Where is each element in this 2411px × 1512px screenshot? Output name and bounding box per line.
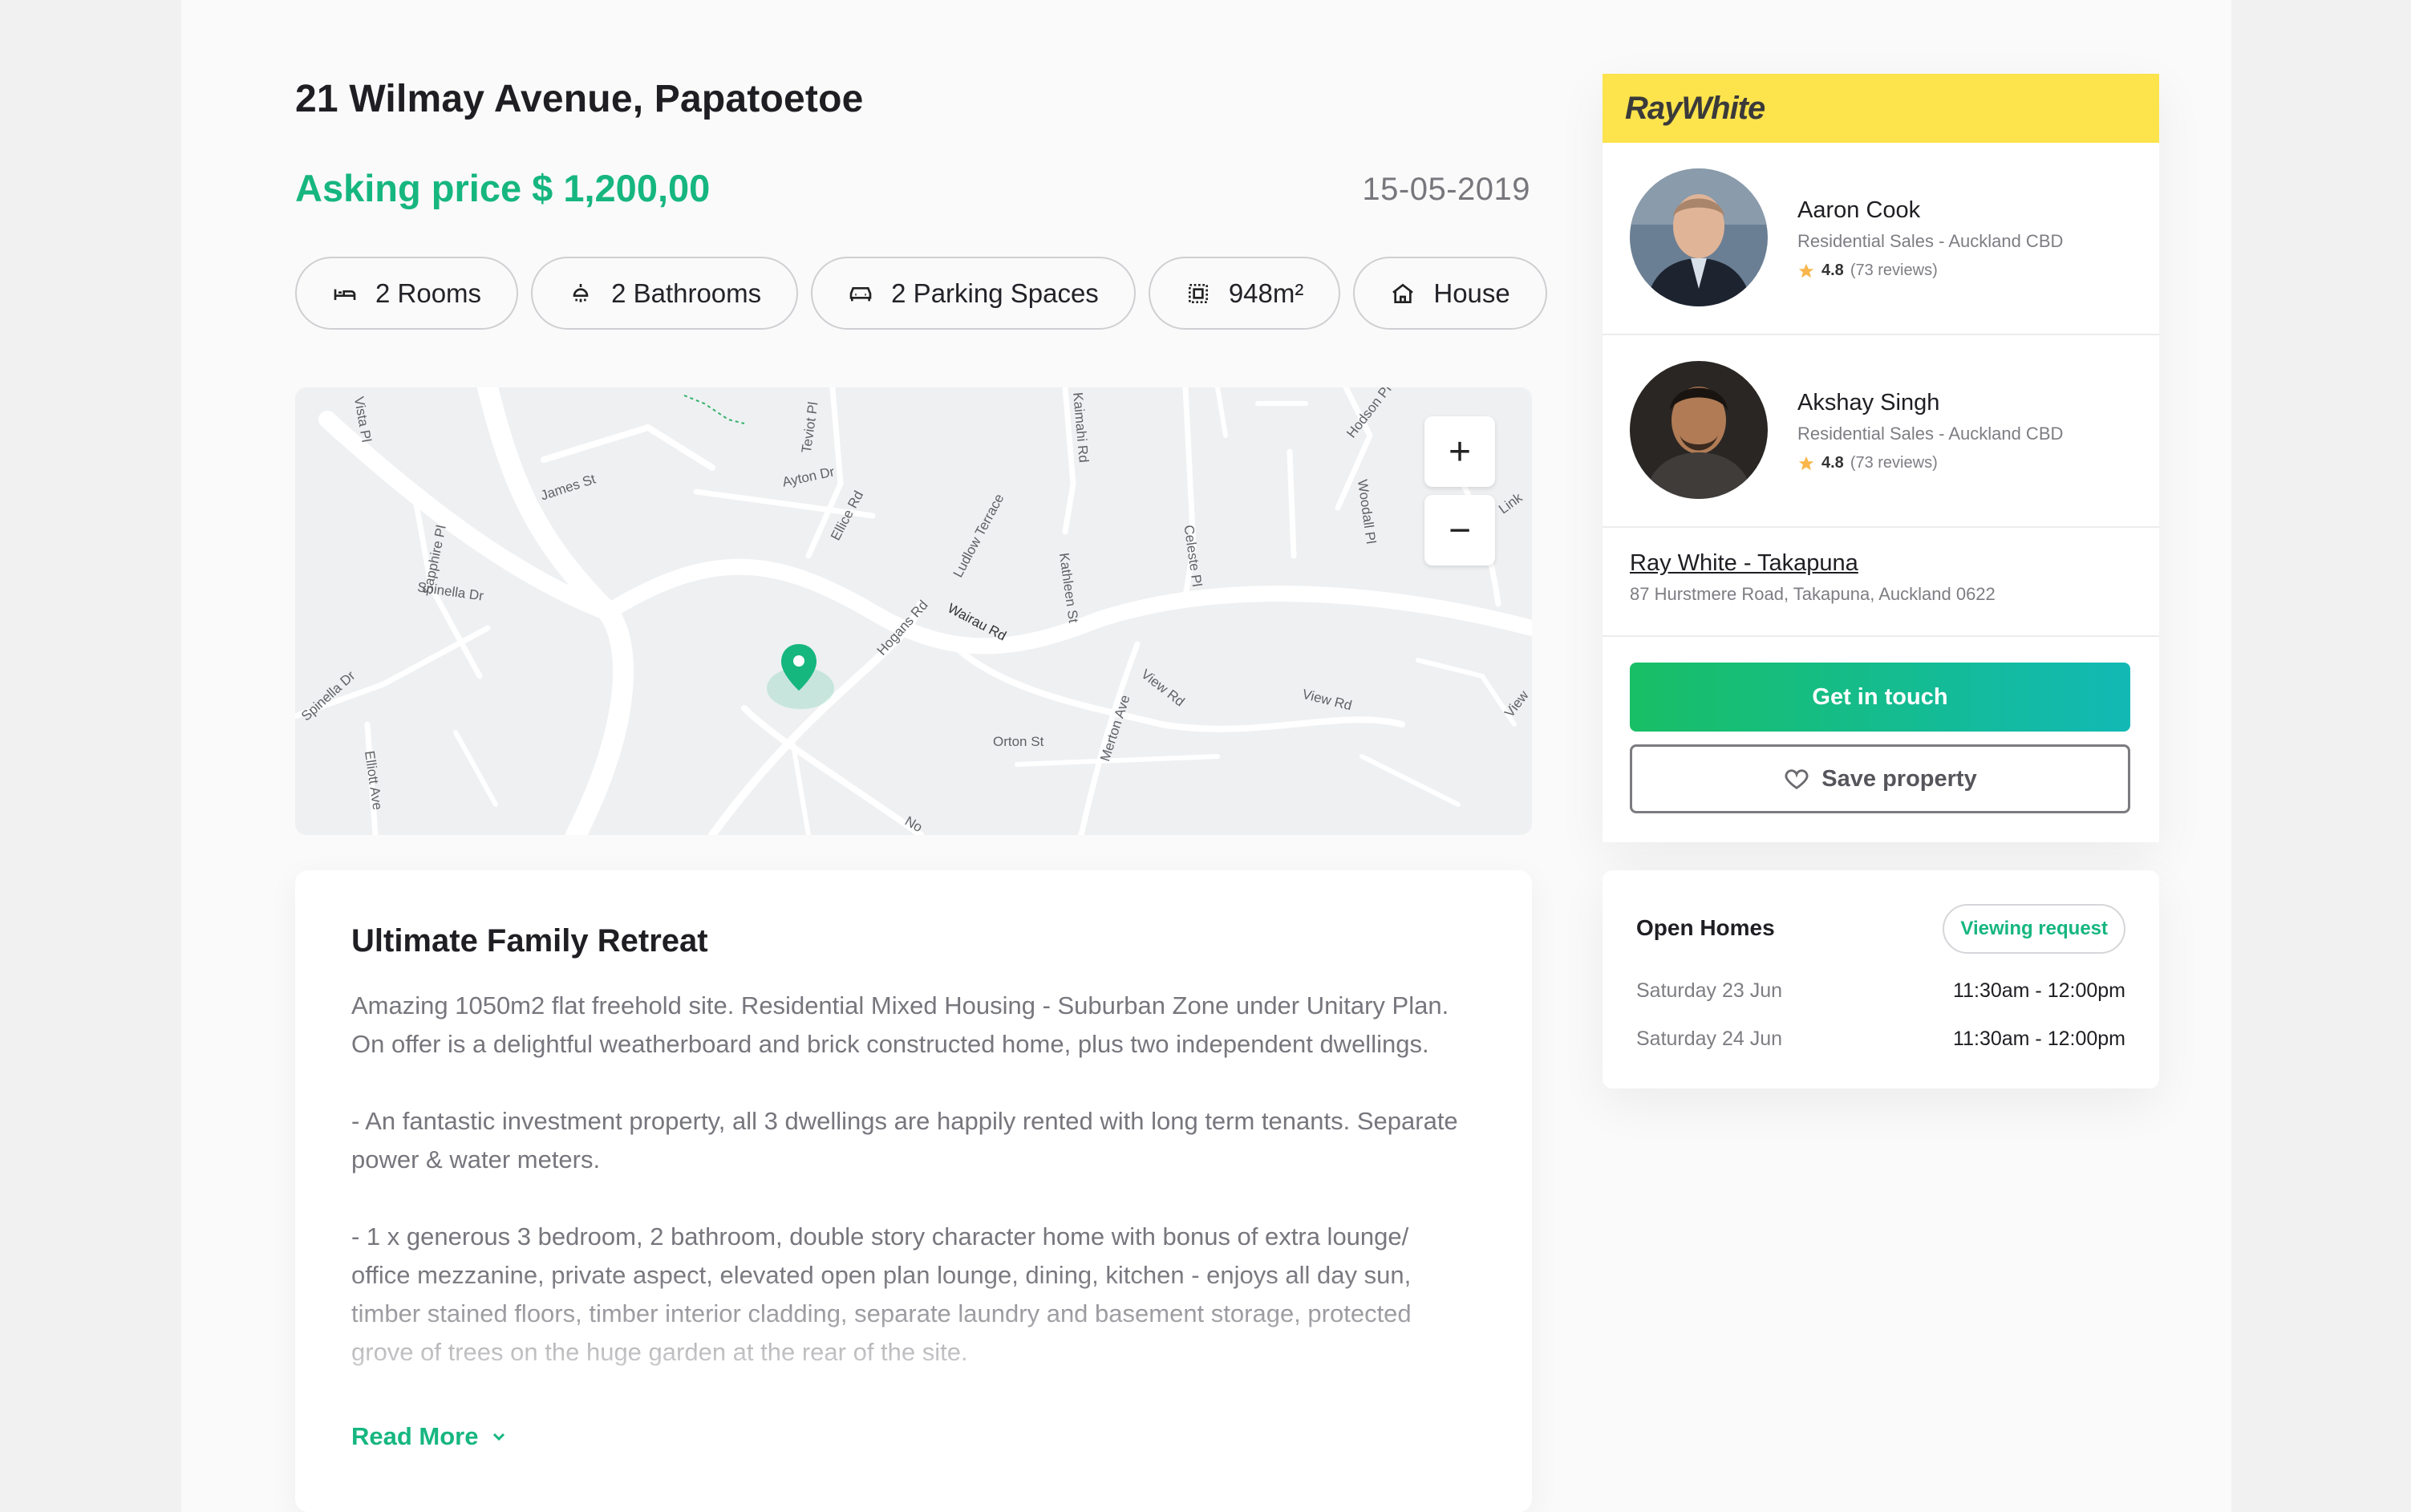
avatar [1630, 168, 1768, 306]
feature-label: 2 Bathrooms [611, 278, 762, 308]
agent-rating: 4.8 (73 reviews) [1797, 261, 1938, 280]
feature-chips: 2 Rooms 2 Bathrooms 2 Parking Spaces 948… [295, 257, 1547, 330]
listing-title: 21 Wilmay Avenue, Papatoetoe [295, 78, 864, 120]
save-property-label: Save property [1821, 765, 1977, 792]
open-homes-card: Open Homes Viewing request Saturday 23 J… [1603, 870, 2159, 1088]
agent-card: RayWhite Aaron Cook Residential Sales - … [1603, 74, 2159, 842]
agent-name: Akshay Singh [1797, 390, 1940, 415]
car-icon [849, 286, 872, 301]
raywhite-logo: RayWhite [1625, 90, 1765, 126]
open-home-day: Saturday 24 Jun [1636, 1028, 1783, 1050]
zoom-in-button[interactable]: + [1424, 416, 1495, 487]
get-in-touch-button[interactable]: Get in touch [1630, 663, 2130, 732]
location-map[interactable]: James St Teviot Pl Ayton Dr Ellice Rd Sa… [295, 387, 1532, 835]
open-home-time: 11:30am - 12:00pm [1953, 1028, 2125, 1050]
avatar [1630, 361, 1768, 499]
description-paragraph: Amazing 1050m2 flat freehold site. Resid… [351, 991, 1449, 1058]
agent-rating: 4.8 (73 reviews) [1797, 454, 1938, 472]
agent-role: Residential Sales - Auckland CBD [1797, 231, 2064, 251]
zoom-out-button[interactable]: − [1424, 495, 1495, 565]
heart-icon [1785, 769, 1809, 790]
description-title: Ultimate Family Retreat [351, 923, 708, 959]
office-name-link[interactable]: Ray White - Takapuna [1630, 550, 1858, 577]
agent-row[interactable]: Akshay Singh Residential Sales - Aucklan… [1603, 335, 2159, 528]
feature-chip-area[interactable]: 948m² [1148, 257, 1341, 330]
map-street-label: Orton St [993, 734, 1044, 749]
house-icon [1392, 283, 1414, 303]
open-homes-title: Open Homes [1636, 915, 1775, 940]
open-home-day: Saturday 23 Jun [1636, 979, 1783, 1002]
feature-chip-parking[interactable]: 2 Parking Spaces [811, 257, 1136, 330]
agent-role: Residential Sales - Auckland CBD [1797, 424, 2064, 444]
feature-label: House [1433, 278, 1510, 308]
star-icon [1798, 263, 1814, 278]
office-address: 87 Hurstmere Road, Takapuna, Auckland 06… [1630, 584, 1996, 604]
review-count: (73 reviews) [1850, 454, 1938, 472]
review-count: (73 reviews) [1850, 261, 1938, 279]
feature-label: 2 Parking Spaces [891, 278, 1099, 308]
area-icon [1188, 283, 1208, 303]
agent-name: Aaron Cook [1797, 197, 1921, 223]
bed-icon [334, 289, 356, 300]
viewing-request-button[interactable]: Viewing request [1943, 904, 2125, 954]
description-paragraph: - An fantastic investment property, all … [351, 1107, 1458, 1174]
description-card: Ultimate Family Retreat Amazing 1050m2 f… [295, 870, 1532, 1512]
star-icon [1798, 456, 1814, 470]
open-home-time: 11:30am - 12:00pm [1953, 979, 2125, 1002]
shower-icon [573, 283, 589, 302]
brand-banner: RayWhite [1603, 74, 2159, 143]
agent-row[interactable]: Aaron Cook Residential Sales - Auckland … [1603, 143, 2159, 335]
read-more-link[interactable]: Read More [351, 1422, 509, 1451]
read-more-label: Read More [351, 1422, 479, 1450]
open-home-row[interactable]: Saturday 23 Jun 11:30am - 12:00pm [1636, 979, 2125, 1003]
rating-value: 4.8 [1821, 454, 1844, 472]
asking-price: Asking price $ 1,200,00 [295, 167, 711, 209]
location-pin-icon[interactable] [779, 642, 819, 694]
open-home-row[interactable]: Saturday 24 Jun 11:30am - 12:00pm [1636, 1028, 2125, 1051]
chevron-down-icon [493, 1433, 505, 1441]
feature-chip-rooms[interactable]: 2 Rooms [295, 257, 519, 330]
feature-chip-type[interactable]: House [1353, 257, 1547, 330]
feature-chip-bathrooms[interactable]: 2 Bathrooms [531, 257, 799, 330]
office-info: Ray White - Takapuna 87 Hurstmere Road, … [1603, 528, 2159, 637]
save-property-button[interactable]: Save property [1630, 744, 2130, 813]
feature-label: 2 Rooms [375, 278, 482, 308]
rating-value: 4.8 [1821, 261, 1844, 279]
feature-label: 948m² [1228, 278, 1304, 308]
listing-date: 15-05-2019 [1362, 172, 1530, 207]
description-fade [295, 1271, 1532, 1432]
